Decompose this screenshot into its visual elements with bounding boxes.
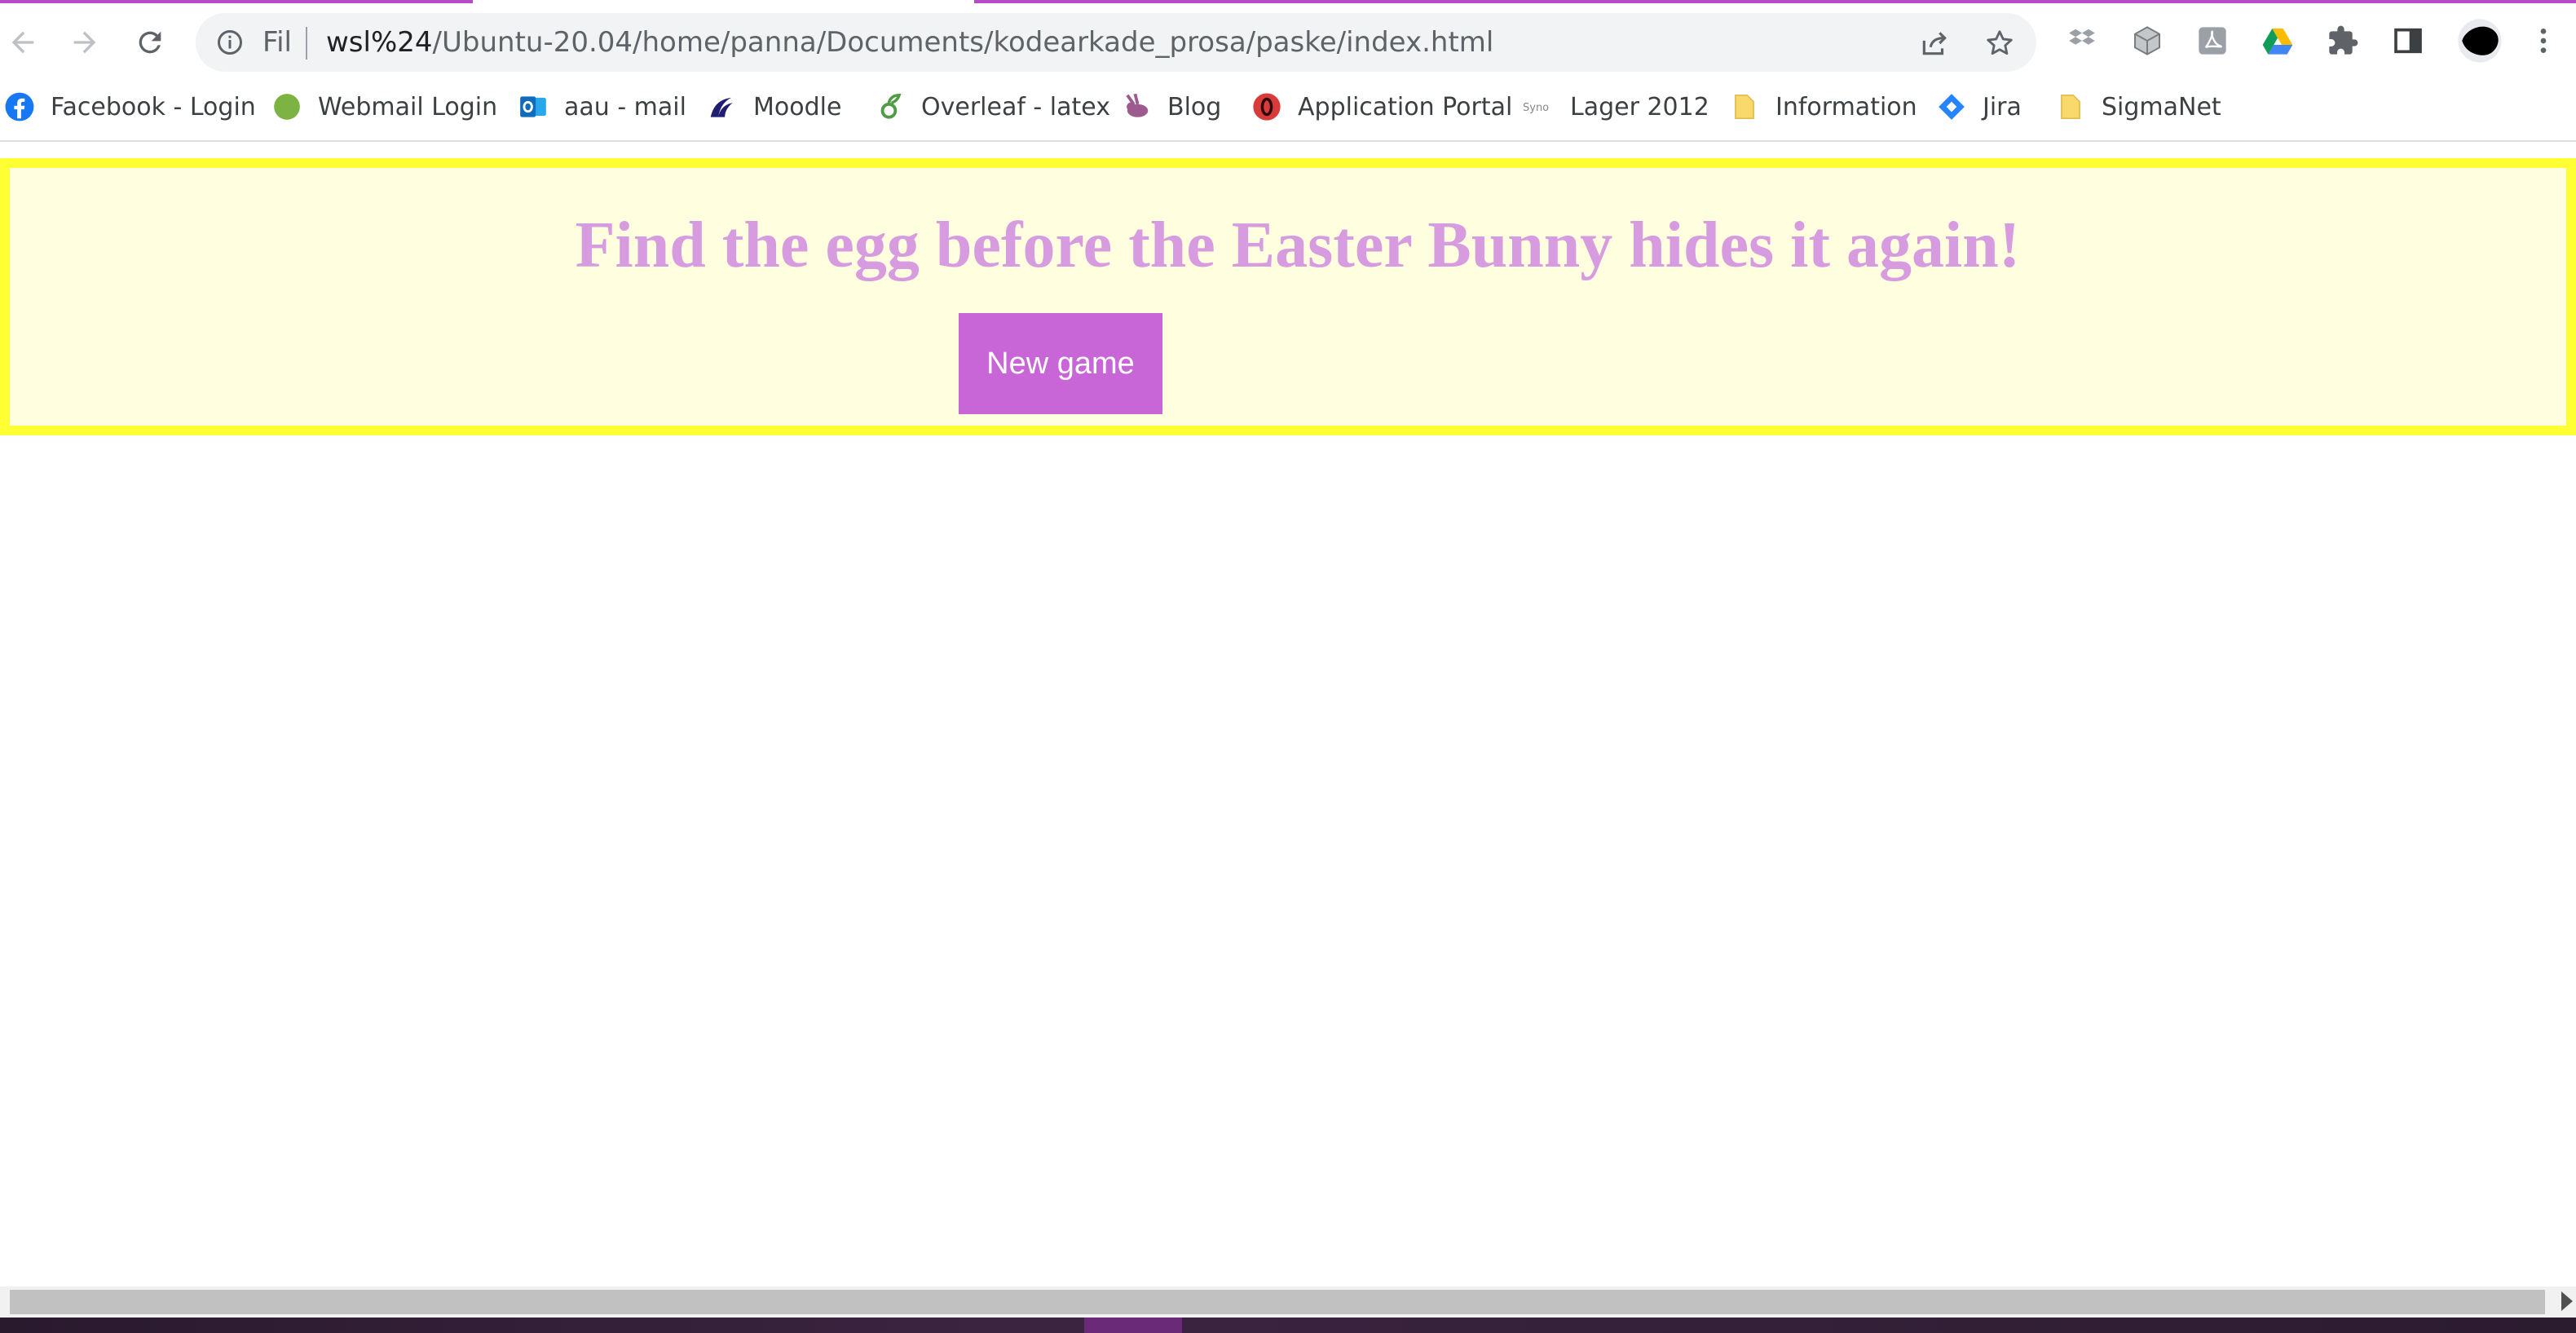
folder-icon [2054,90,2087,123]
overleaf-icon [874,90,906,123]
arrow-right-icon [73,31,96,54]
svg-text:Syno: Syno [1523,102,1549,114]
bookmarks-bar: Facebook - Login Webmail Login aau - mai… [0,75,2576,142]
side-panel-icon[interactable] [2390,23,2426,59]
extensions-puzzle-icon[interactable] [2325,23,2361,59]
bookmark-information[interactable]: Information [1728,85,1917,129]
bunny-icon [1120,90,1153,123]
bookmark-aau-mail[interactable]: aau - mail [517,85,686,129]
page-viewport: Find the egg before the Easter Bunny hid… [0,142,2576,1283]
bookmark-moodle[interactable]: Moodle [706,85,841,129]
reload-icon [139,31,161,54]
synology-icon: Syno [1523,90,1555,123]
address-divider [306,27,307,60]
arrow-left-icon [11,31,34,54]
dropbox-icon[interactable] [2064,23,2100,59]
taskbar-strip [0,1318,2576,1333]
outlook-icon [517,90,549,123]
taskbar-active-item[interactable] [1084,1318,1182,1333]
bookmark-overleaf[interactable]: Overleaf - latex [874,85,1110,129]
bookmark-label: SigmaNet [2102,92,2221,121]
menu-kebab-icon[interactable] [2525,23,2561,59]
url-path: /Ubuntu-20.04/home/panna/Documents/kodea… [432,26,1494,59]
google-drive-icon[interactable] [2260,23,2296,59]
bookmark-label: aau - mail [564,92,686,121]
url-text[interactable]: wsl%24/Ubuntu-20.04/home/panna/Documents… [326,24,1493,61]
game-banner: Find the egg before the Easter Bunny hid… [0,158,2576,435]
scroll-right-arrow-icon[interactable] [2561,1291,2573,1311]
jira-icon [1935,90,1968,123]
back-button[interactable] [0,20,46,65]
bookmark-sigmanet[interactable]: SigmaNet [2054,85,2221,129]
forward-button[interactable] [62,20,108,65]
url-host: wsl%24 [326,26,433,59]
bookmark-jira[interactable]: Jira [1935,85,2022,129]
bookmark-label: Overleaf - latex [921,92,1110,121]
new-game-button[interactable]: New game [959,313,1162,414]
green-circle-icon [271,90,303,123]
bookmark-blog[interactable]: Blog [1120,85,1221,129]
bookmark-label: Moodle [753,92,842,121]
address-bar[interactable]: Fil wsl%24/Ubuntu-20.04/home/panna/Docum… [196,13,2036,72]
bookmark-star-icon[interactable] [1983,26,2017,60]
bookmark-application-portal[interactable]: Application Portal [1251,85,1512,129]
facebook-icon [3,90,36,123]
bookmark-label: Blog [1167,92,1222,121]
folder-icon [1728,90,1761,123]
bookmark-label: Lager 2012 [1570,92,1709,121]
bookmark-label: Jira [1983,92,2022,121]
moodle-icon [706,90,739,123]
bookmark-lager-2012[interactable]: Syno Lager 2012 [1523,85,1709,129]
bookmark-webmail[interactable]: Webmail Login [271,85,497,129]
pdf-extension-icon[interactable] [2194,23,2230,59]
bookmark-label: Application Portal [1298,92,1513,121]
bookmark-facebook[interactable]: Facebook - Login [3,85,256,129]
share-icon[interactable] [1917,26,1952,60]
portal-icon [1251,90,1283,123]
scrollbar-thumb[interactable] [10,1290,2545,1314]
page-title: Find the egg before the Easter Bunny hid… [575,210,2021,281]
bookmark-label: Facebook - Login [51,92,256,121]
horizontal-scrollbar[interactable] [0,1287,2576,1318]
reload-button[interactable] [127,20,173,65]
site-info-icon[interactable] [214,26,246,59]
browser-toolbar: Fil wsl%24/Ubuntu-20.04/home/panna/Docum… [0,3,2576,75]
bookmark-label: Webmail Login [318,92,498,121]
bookmark-label: Information [1775,92,1917,121]
scheme-label: Fil [262,26,292,59]
cube-extension-icon[interactable] [2129,23,2165,59]
profile-avatar-icon[interactable] [2455,16,2504,65]
